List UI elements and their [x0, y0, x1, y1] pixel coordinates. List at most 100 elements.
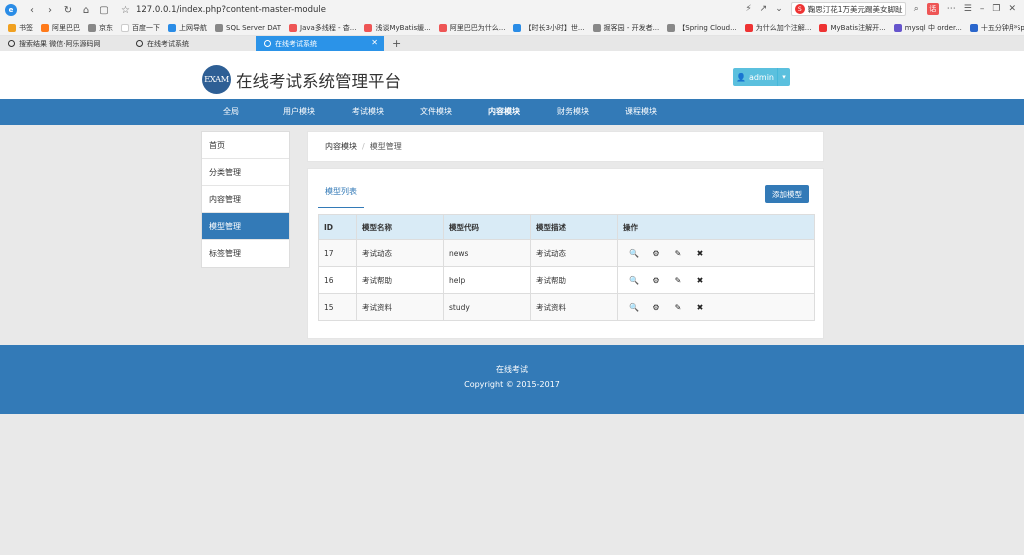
- browser-tab[interactable]: 在线考试系统 ✕: [256, 36, 384, 51]
- tab-favicon-icon: [136, 40, 143, 47]
- nav-item[interactable]: 财务模块: [557, 99, 589, 125]
- tab-label: 搜索结果 微信·阿乐源码网: [19, 39, 101, 48]
- model-table: ID 模型名称 模型代码 模型描述 操作 17 考试动态 news 考试动态 🔍 ⚙ ✎ ✖ 16 考试帮…: [318, 214, 815, 321]
- bookmark-item[interactable]: 【Spring Cloud...: [667, 23, 737, 33]
- browser-tab[interactable]: 搜索结果 微信·阿乐源码网: [0, 36, 128, 51]
- bookmark-favicon-icon: [88, 23, 96, 32]
- browser-logo-icon[interactable]: e: [5, 4, 17, 16]
- cell-desc: 考试动态: [530, 239, 618, 267]
- bookmark-item[interactable]: 上网导航: [168, 23, 207, 33]
- close-window-icon[interactable]: ✕: [1008, 4, 1016, 14]
- breadcrumb-separator: /: [362, 142, 365, 151]
- browser-tabs: 搜索结果 微信·阿乐源码网 在线考试系统 在线考试系统 ✕ +: [0, 36, 1024, 51]
- breadcrumb-parent[interactable]: 内容模块: [325, 141, 357, 152]
- browser-tab[interactable]: 在线考试系统: [128, 36, 256, 51]
- bookmark-item[interactable]: 阿里巴巴: [41, 23, 80, 33]
- bookmark-favicon-icon: [121, 23, 129, 32]
- browser-search-input[interactable]: S 鞠思汀花1万美元踢美女脚趾: [790, 2, 906, 16]
- nav-item[interactable]: 文件模块: [420, 99, 452, 125]
- column-header: 操作: [617, 214, 815, 240]
- bookmark-item[interactable]: 【时长3小时】世...: [513, 23, 585, 33]
- column-header: 模型名称: [356, 214, 444, 240]
- menu-icon[interactable]: ☰: [964, 4, 972, 14]
- cell-name: 考试帮助: [356, 266, 444, 294]
- bookmark-label: 浅谈MyBatis缓...: [375, 23, 431, 32]
- search-icon[interactable]: 🔍: [629, 276, 639, 285]
- table-row: 16 考试帮助 help 考试帮助 🔍 ⚙ ✎ ✖: [318, 266, 815, 294]
- model-list-panel: 模型列表 添加模型 ID 模型名称 模型代码 模型描述 操作 17 考试动态 news 考试动…: [307, 168, 824, 339]
- sidebar-item[interactable]: 内容管理: [202, 186, 289, 213]
- minimize-icon[interactable]: –: [980, 4, 985, 14]
- reload-icon[interactable]: ↻: [61, 3, 75, 17]
- restore-icon[interactable]: ❐: [992, 4, 1000, 14]
- bookmark-item[interactable]: 阿里巴巴为什么...: [438, 23, 505, 33]
- bookmark-label: 阿里巴巴: [52, 23, 80, 32]
- forward-icon[interactable]: ›: [43, 3, 57, 17]
- breadcrumb-current: 模型管理: [369, 142, 402, 151]
- gear-icon[interactable]: ⚙: [651, 249, 661, 258]
- bookmark-item[interactable]: 书签: [8, 23, 33, 33]
- nav-item[interactable]: 课程模块: [625, 99, 657, 125]
- nav-item[interactable]: 考试模块: [352, 99, 384, 125]
- edit-icon[interactable]: ✎: [673, 249, 683, 258]
- bookmark-item[interactable]: SQL Server DAT: [215, 23, 281, 32]
- bookmark-favicon-icon: [438, 23, 447, 32]
- cell-name: 考试资料: [356, 293, 444, 321]
- sidebar-item[interactable]: 分类管理: [202, 159, 289, 186]
- cell-actions: 🔍 ⚙ ✎ ✖: [617, 239, 815, 267]
- bookmark-item[interactable]: 浅谈MyBatis缓...: [364, 23, 431, 33]
- tab-close-icon[interactable]: ✕: [371, 38, 378, 47]
- share-icon[interactable]: ↗: [760, 4, 768, 14]
- search-icon[interactable]: 🔍: [629, 303, 639, 312]
- bookmark-item[interactable]: 百度一下: [121, 23, 160, 33]
- edit-icon[interactable]: ✎: [673, 303, 683, 312]
- more-icon[interactable]: ⋯: [947, 4, 956, 14]
- reader-icon[interactable]: ▢: [97, 3, 111, 17]
- tab-model-list[interactable]: 模型列表: [318, 181, 364, 208]
- cell-code: news: [443, 239, 531, 267]
- address-bar[interactable]: 127.0.0.1/index.php?content-master-modul…: [136, 2, 676, 18]
- chevron-down-icon[interactable]: ⌄: [775, 4, 783, 14]
- add-model-button[interactable]: 添加模型: [765, 185, 809, 203]
- search-icon[interactable]: 🔍: [629, 249, 639, 258]
- row-actions: 🔍 ⚙ ✎ ✖: [623, 303, 814, 312]
- table-row: 17 考试动态 news 考试动态 🔍 ⚙ ✎ ✖: [318, 239, 815, 267]
- nav-item[interactable]: 用户模块: [283, 99, 315, 125]
- back-icon[interactable]: ‹: [25, 3, 39, 17]
- row-actions: 🔍 ⚙ ✎ ✖: [623, 249, 814, 258]
- home-icon[interactable]: ⌂: [79, 3, 93, 17]
- bookmark-item[interactable]: 为什么加个注解...: [744, 23, 811, 33]
- bookmarks-more-icon[interactable]: »: [1013, 22, 1018, 31]
- bookmark-label: 掘客园 - 开发者...: [603, 23, 660, 32]
- bookmark-favicon-icon: [289, 23, 298, 32]
- cell-code: study: [443, 293, 531, 321]
- extension-icon[interactable]: 话: [926, 3, 939, 15]
- bookmark-item[interactable]: MyBatis注解开...: [819, 23, 886, 33]
- gear-icon[interactable]: ⚙: [651, 303, 661, 312]
- gear-icon[interactable]: ⚙: [651, 276, 661, 285]
- new-tab-button[interactable]: +: [384, 36, 401, 51]
- sidebar-item[interactable]: 标签管理: [202, 240, 289, 267]
- delete-icon[interactable]: ✖: [695, 303, 705, 312]
- edit-icon[interactable]: ✎: [673, 276, 683, 285]
- bookmark-item[interactable]: Java多线程 - 杳...: [289, 23, 356, 33]
- bookmark-item[interactable]: mysql 中 order...: [893, 23, 962, 33]
- column-header: 模型描述: [530, 214, 618, 240]
- cell-id: 16: [318, 266, 357, 294]
- sidebar-item[interactable]: 首页: [202, 132, 289, 159]
- user-dropdown-button[interactable]: 👤 admin ▾: [733, 68, 790, 86]
- bolt-icon[interactable]: ⚡: [745, 4, 751, 14]
- browser-toolbar: e ‹ › ↻ ⌂ ▢ ☆ 127.0.0.1/index.php?conten…: [0, 0, 1024, 20]
- delete-icon[interactable]: ✖: [695, 276, 705, 285]
- tab-label: 在线考试系统: [275, 39, 317, 48]
- sidebar-item[interactable]: 模型管理: [202, 213, 289, 240]
- search-icon[interactable]: ⌕: [914, 4, 919, 14]
- bookmark-item[interactable]: 掘客园 - 开发者...: [592, 23, 660, 33]
- bookmark-item[interactable]: 京东: [88, 23, 113, 33]
- favorite-star-icon[interactable]: ☆: [121, 5, 130, 16]
- nav-item[interactable]: 内容模块: [488, 99, 520, 125]
- nav-item[interactable]: 全局: [223, 99, 239, 125]
- delete-icon[interactable]: ✖: [695, 249, 705, 258]
- caret-down-icon[interactable]: ▾: [778, 73, 790, 81]
- bookmark-favicon-icon: [168, 23, 176, 32]
